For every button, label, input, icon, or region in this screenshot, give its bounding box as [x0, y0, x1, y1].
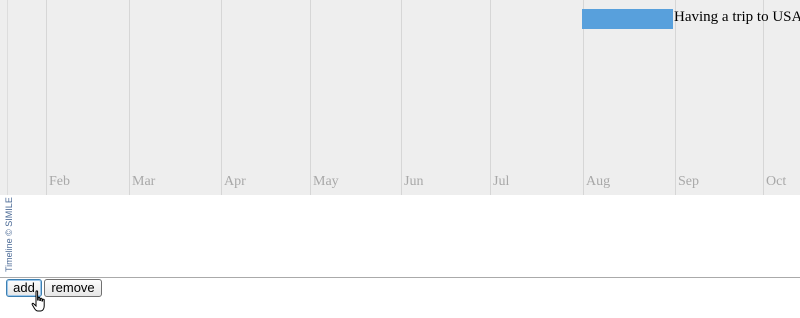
- month-divider: [675, 0, 676, 195]
- month-label: Sep: [678, 174, 699, 189]
- month-divider: [221, 0, 222, 195]
- event-duration-bar[interactable]: [582, 9, 673, 29]
- event-label[interactable]: Having a trip to USA: [674, 9, 800, 26]
- month-label: Feb: [49, 174, 70, 189]
- month-label: May: [313, 174, 339, 189]
- band-left-edge: [7, 0, 8, 195]
- month-divider: [46, 0, 47, 195]
- month-divider: [401, 0, 402, 195]
- month-label: Jul: [493, 174, 510, 189]
- timeline[interactable]: Feb Mar Apr May Jun Jul Aug Sep Oct Havi…: [0, 0, 800, 278]
- timeline-upper-band[interactable]: Feb Mar Apr May Jun Jul Aug Sep Oct Havi…: [0, 0, 800, 195]
- month-divider: [763, 0, 764, 195]
- month-divider: [583, 0, 584, 195]
- timeline-credit[interactable]: Timeline © SIMILE: [4, 197, 14, 272]
- hand-pointer-icon: [31, 290, 45, 312]
- month-label: Oct: [766, 174, 787, 189]
- month-divider: [310, 0, 311, 195]
- month-label: Apr: [224, 174, 246, 189]
- month-divider: [129, 0, 130, 195]
- month-label: Aug: [586, 174, 611, 189]
- remove-button[interactable]: remove: [44, 279, 102, 297]
- timeline-lower-band[interactable]: [0, 195, 800, 277]
- month-label: Mar: [132, 174, 156, 189]
- month-divider: [490, 0, 491, 195]
- month-label: Jun: [404, 174, 424, 189]
